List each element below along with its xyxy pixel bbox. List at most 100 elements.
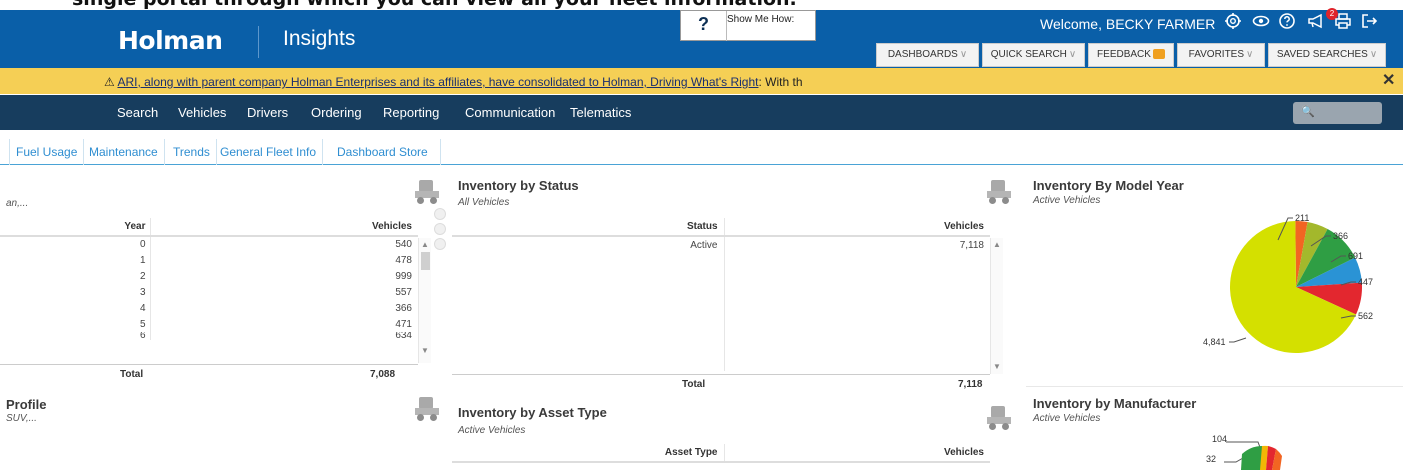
pie-label-447: 447 [1358,277,1374,287]
panel-model-year: Inventory By Model Year Active Vehicles … [1026,170,1403,385]
logout-icon[interactable] [1358,12,1380,34]
warning-icon: ⚠ [104,75,115,89]
menu-item-reporting[interactable]: Reporting [383,105,439,120]
panel-side-tools [434,208,448,288]
scroll-up-icon[interactable]: ▲ [421,240,429,249]
chevron-down-icon: ∨ [1068,49,1077,60]
menu-item-search[interactable]: Search [117,105,158,120]
model-year-pie [1229,217,1362,353]
menu-item-drivers[interactable]: Drivers [247,105,288,120]
table-row[interactable]: Active 7,118 [452,236,990,371]
table-row[interactable]: 6 634 [0,332,418,340]
year-cell: 4 [0,300,151,316]
col-vehicles[interactable]: Vehicles [724,444,990,463]
year-cell: 5 [0,316,151,332]
year-cell: 1 [0,252,151,268]
total-label: Total [120,369,144,380]
print-icon[interactable] [1332,12,1354,34]
total-label: Total [682,379,706,390]
col-year[interactable]: Year [0,218,151,237]
quick-search-button[interactable]: QUICK SEARCH ∨ [982,43,1085,67]
saved-searches-button[interactable]: SAVED SEARCHES ∨ [1268,43,1386,67]
panel-divider [1026,386,1403,387]
menu-item-vehicles[interactable]: Vehicles [178,105,226,120]
table-row[interactable]: 4 366 [0,300,418,316]
panel-subtitle: All Vehicles [458,197,510,208]
search-icon: 🔍 [1301,106,1315,118]
tab-maintenance[interactable]: Maintenance [83,139,165,165]
vehicles-cell: 478 [395,254,412,266]
eye-icon[interactable] [1250,12,1272,34]
menu-item-telematics[interactable]: Telematics [570,105,631,120]
chevron-down-icon: ∨ [1246,49,1254,60]
scroll-thumb[interactable] [421,252,430,270]
tab-fuel-usage[interactable]: Fuel Usage [9,139,85,165]
menu-search-input[interactable]: 🔍 [1293,102,1382,124]
feedback-label: FEEDBACK [1097,49,1151,60]
logo-divider [258,26,259,58]
show-me-how-label: Show Me How: [727,14,795,25]
help-circle-icon[interactable] [1276,12,1298,34]
panel-subtitle: SUV,... [6,413,37,424]
help-question-icon[interactable]: ? [681,11,727,41]
scroll-down-icon[interactable]: ▼ [421,346,429,355]
alert-text: ⚠ ARI, along with parent company Holman … [104,75,803,89]
dashboards-button[interactable]: DASHBOARDS ∨ [876,43,979,67]
dashboards-label: DASHBOARDS [887,49,958,60]
cropped-banner: single portal through which you can view… [0,0,1403,10]
panel-vehicle-age: an,... Year Vehicles 0 540 1 478 2 999 3 557… [0,170,450,385]
link-icon[interactable] [434,238,446,250]
holman-logo[interactable]: Holman [118,26,223,55]
truck-icon[interactable] [414,178,440,204]
banner-text: single portal through which you can view… [72,0,797,10]
settings-icon[interactable] [1222,12,1244,34]
saved-searches-label: SAVED SEARCHES [1276,49,1368,60]
panel-title: Inventory by Status [458,178,579,193]
vehicles-cell: 471 [395,318,412,330]
pie-label: 104 [1212,434,1228,444]
vehicles-cell: 366 [395,302,412,314]
age-table-scrollbar[interactable]: ▲ ▼ [418,238,431,363]
copy-icon[interactable] [434,223,446,235]
table-row[interactable]: 3 557 [0,284,418,300]
table-row[interactable]: 0 540 [0,236,418,252]
panel-title: Inventory by Asset Type [458,405,607,420]
col-status[interactable]: Status [452,218,725,237]
table-row[interactable]: 1 478 [0,252,418,268]
status-table: Status Vehicles Active 7,118 [452,218,990,371]
megaphone-icon[interactable] [1306,12,1328,34]
table-row[interactable]: 2 999 [0,268,418,284]
tab-trends[interactable]: Trends [167,139,217,165]
truck-icon[interactable] [986,404,1012,430]
favorites-button[interactable]: FAVORITES ∨ [1177,43,1265,67]
panel-subtitle: an,... [6,198,29,209]
panel-subtitle: Active Vehicles [458,425,526,436]
truck-icon[interactable] [414,395,440,421]
quick-search-label: QUICK SEARCH [990,49,1067,60]
tab-general-fleet-info[interactable]: General Fleet Info [214,139,324,165]
vehicles-cell: 7,118 [959,240,984,251]
panel-asset-type: Inventory by Asset Type Active Vehicles … [452,397,1022,470]
menu-item-communication[interactable]: Communication [465,105,555,120]
col-vehicles[interactable]: Vehicles [724,218,990,237]
alert-link[interactable]: ARI, along with parent company Holman En… [117,75,758,89]
close-icon[interactable]: ✕ [1382,70,1395,90]
status-table-scrollbar[interactable]: ▲ ▼ [990,238,1003,374]
truck-icon[interactable] [986,178,1012,204]
panel-title: Profile [6,397,47,412]
table-row[interactable]: 5 471 [0,316,418,332]
col-vehicles[interactable]: Vehicles [150,218,418,237]
col-asset-type[interactable]: Asset Type [452,444,725,463]
show-me-how-box[interactable]: ? Show Me How: [680,10,816,41]
year-cell: 6 [0,332,151,340]
zoom-icon[interactable] [434,208,446,220]
menu-item-ordering[interactable]: Ordering [311,105,362,120]
scroll-up-icon[interactable]: ▲ [993,240,1001,249]
tab-dashboard-store[interactable]: Dashboard Store [325,139,441,165]
welcome-text: Welcome, BECKY FARMER [1040,16,1216,32]
alert-trailing-text: : With th [758,75,803,89]
feedback-button[interactable]: FEEDBACK [1088,43,1174,67]
feedback-chat-icon [1152,49,1165,60]
alert-banner: ⚠ ARI, along with parent company Holman … [0,68,1403,94]
scroll-down-icon[interactable]: ▼ [993,362,1001,371]
